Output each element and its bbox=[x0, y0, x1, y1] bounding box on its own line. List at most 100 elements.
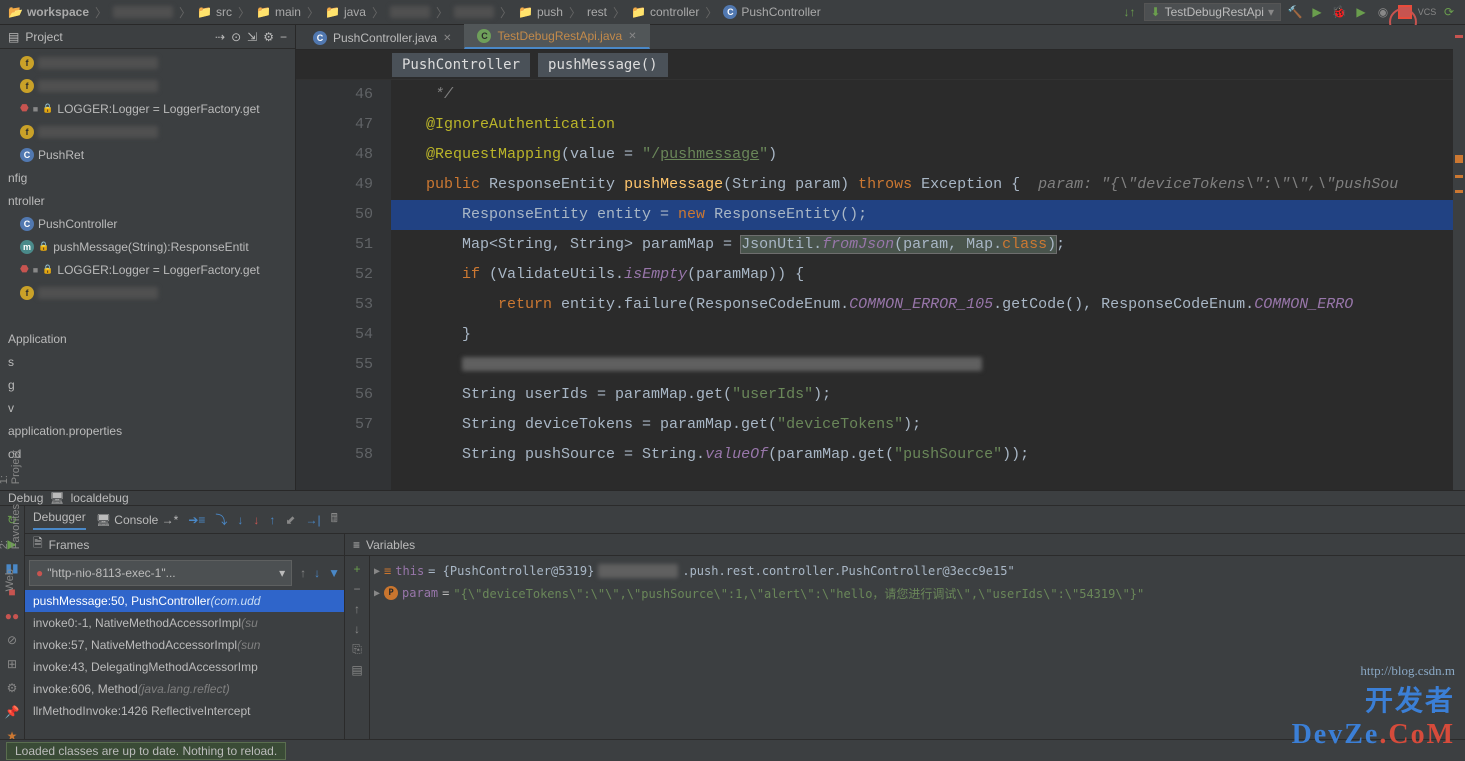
variable-item[interactable]: ▶ P param = "{\"deviceTokens\":\"\",\"pu… bbox=[374, 582, 1461, 604]
nav-src[interactable]: 📁 src bbox=[197, 5, 232, 19]
tree-item[interactable]: f bbox=[0, 120, 295, 143]
target-icon[interactable]: ⊙ bbox=[231, 30, 241, 44]
up-icon[interactable]: ↑ bbox=[354, 602, 360, 616]
test-class-icon: C bbox=[477, 29, 491, 43]
gutter[interactable]: 46474849505152535455565758 bbox=[296, 80, 391, 490]
vars-icon: ≡ bbox=[353, 538, 360, 552]
bc-method[interactable]: pushMessage() bbox=[538, 53, 668, 77]
view-bp-icon[interactable]: ●● bbox=[4, 608, 20, 624]
add-watch-icon[interactable]: + bbox=[353, 562, 360, 576]
pin-icon[interactable]: 📌 bbox=[4, 704, 20, 720]
layout-icon[interactable]: ⊞ bbox=[4, 656, 20, 672]
profile-icon[interactable]: ◉ bbox=[1375, 4, 1391, 20]
watermark: http://blog.csdn.m 开发者 DevZe.CoM bbox=[1292, 663, 1455, 751]
tree-item[interactable]: f bbox=[0, 74, 295, 97]
nav-controller[interactable]: 📁 controller bbox=[631, 5, 699, 19]
expand-icon[interactable]: ⇲ bbox=[247, 30, 257, 44]
bc-class[interactable]: PushController bbox=[392, 53, 530, 77]
project-sidebar: ▤ Project ⇢ ⊙ ⇲ ⚙ − ff⬣ ■ 🔒 LOGGER:Logge… bbox=[0, 25, 296, 490]
tree-item[interactable]: g bbox=[0, 373, 295, 396]
tree-item[interactable]: f bbox=[0, 51, 295, 74]
gear-icon[interactable]: ⚙ bbox=[263, 30, 274, 44]
force-step-icon[interactable]: ↓ bbox=[253, 513, 259, 527]
debugger-tab[interactable]: Debugger bbox=[33, 510, 86, 530]
collapse-icon[interactable]: ⇢ bbox=[215, 30, 225, 44]
project-tool-icon[interactable]: ▤ bbox=[8, 30, 19, 44]
tree-item[interactable] bbox=[0, 304, 295, 327]
tree-item[interactable]: ntroller bbox=[0, 189, 295, 212]
editor: C PushController.java ✕ C TestDebugRestA… bbox=[296, 25, 1465, 490]
tree-item[interactable]: s bbox=[0, 350, 295, 373]
debug-icon[interactable]: 🐞 bbox=[1331, 4, 1347, 20]
project-tree[interactable]: ff⬣ ■ 🔒 LOGGER:Logger = LoggerFactory.ge… bbox=[0, 49, 295, 490]
code-content[interactable]: */ @IgnoreAuthentication @RequestMapping… bbox=[391, 80, 1465, 490]
nav-java[interactable]: 📁 java bbox=[325, 5, 366, 19]
nav-push[interactable]: 📁 push bbox=[518, 5, 563, 19]
tree-item[interactable]: Application bbox=[0, 327, 295, 350]
variable-item[interactable]: ▶ ≡ this = {PushController@5319} .push.r… bbox=[374, 560, 1461, 582]
step-out-icon[interactable]: ↑ bbox=[269, 513, 275, 527]
step-over-icon[interactable]: ⤵ bbox=[215, 511, 227, 528]
vcs-icon[interactable]: VCS bbox=[1419, 4, 1435, 20]
left-tool-rail: 1: Project 2: Favorites Web bbox=[0, 50, 20, 470]
hide-icon[interactable]: − bbox=[280, 30, 287, 44]
step-into-icon[interactable]: ↓ bbox=[237, 513, 243, 527]
make-icon[interactable]: 🔨 bbox=[1287, 4, 1303, 20]
close-icon[interactable]: ✕ bbox=[628, 31, 636, 42]
nav-rest[interactable]: rest bbox=[587, 5, 607, 19]
update-icon[interactable]: ⟳ bbox=[1441, 4, 1457, 20]
console-tab[interactable]: 🖥 Console →* bbox=[96, 513, 179, 527]
breadcrumb-nav: 📂workspace 〉 〉 📁 src 〉 📁 main 〉 📁 java 〉… bbox=[0, 0, 1465, 25]
tree-item[interactable]: od bbox=[0, 442, 295, 465]
filter-icon[interactable]: ▼ bbox=[324, 566, 344, 580]
tree-item[interactable]: CPushRet bbox=[0, 143, 295, 166]
rail-web[interactable]: Web bbox=[4, 569, 16, 591]
tree-item[interactable]: ⬣ ■ 🔒 LOGGER:Logger = LoggerFactory.get bbox=[0, 258, 295, 281]
close-icon[interactable]: ✕ bbox=[443, 33, 451, 44]
error-stripe[interactable] bbox=[1453, 80, 1465, 490]
more-icon[interactable]: ▤ bbox=[351, 663, 362, 677]
tree-item[interactable]: f bbox=[0, 281, 295, 304]
settings-icon[interactable]: ⚙ bbox=[4, 680, 20, 696]
tree-item[interactable]: CPushController bbox=[0, 212, 295, 235]
thread-dropdown[interactable]: ● "http-nio-8113-exec-1"... ▾ bbox=[29, 560, 292, 586]
frame-list[interactable]: pushMessage:50, PushController (com.uddi… bbox=[25, 590, 344, 750]
frame-item[interactable]: invoke:43, DelegatingMethodAccessorImp bbox=[25, 656, 344, 678]
nav-workspace[interactable]: 📂workspace bbox=[8, 5, 89, 19]
evaluate-icon[interactable]: 🖩 bbox=[331, 509, 338, 530]
down-icon[interactable]: ↓ bbox=[354, 622, 360, 636]
frame-item[interactable]: invoke:57, NativeMethodAccessorImpl (sun bbox=[25, 634, 344, 656]
tree-item[interactable]: application.properties bbox=[0, 419, 295, 442]
tab-testdebug[interactable]: C TestDebugRestApi.java ✕ bbox=[464, 24, 649, 49]
compile-icon[interactable]: ↓↑ bbox=[1122, 4, 1138, 20]
copy-icon[interactable]: ⎘ bbox=[352, 642, 362, 657]
frame-item[interactable]: invoke0:-1, NativeMethodAccessorImpl (su bbox=[25, 612, 344, 634]
nav-main[interactable]: 📁 main bbox=[256, 5, 301, 19]
coverage-icon[interactable]: ▶ bbox=[1353, 4, 1369, 20]
tree-item[interactable]: v bbox=[0, 396, 295, 419]
rail-favorites[interactable]: 2: Favorites bbox=[0, 504, 22, 549]
show-exec-icon[interactable]: ➔≡ bbox=[188, 513, 205, 527]
drop-frame-icon[interactable]: ⬋ bbox=[285, 513, 295, 527]
tab-pushcontroller[interactable]: C PushController.java ✕ bbox=[300, 26, 464, 49]
stop-button[interactable] bbox=[1397, 4, 1413, 20]
frame-item[interactable]: invoke:606, Method (java.lang.reflect) bbox=[25, 678, 344, 700]
rail-project[interactable]: 1: Project bbox=[0, 450, 22, 484]
frame-item[interactable]: llrMethodInvoke:1426 ReflectiveIntercept bbox=[25, 700, 344, 722]
nav-class[interactable]: C PushController bbox=[723, 5, 820, 19]
debug-config[interactable]: localdebug bbox=[71, 491, 129, 505]
run-config-dropdown[interactable]: ⬇ TestDebugRestApi ▾ bbox=[1144, 3, 1281, 21]
tree-item[interactable]: ⬣ ■ 🔒 LOGGER:Logger = LoggerFactory.get bbox=[0, 97, 295, 120]
next-frame-icon[interactable]: ↓ bbox=[310, 566, 324, 580]
mute-bp-icon[interactable]: ⊘ bbox=[4, 632, 20, 648]
run-cursor-icon[interactable]: →| bbox=[305, 513, 320, 527]
run-icon[interactable]: ▶ bbox=[1309, 4, 1325, 20]
prev-frame-icon[interactable]: ↑ bbox=[296, 566, 310, 580]
remove-watch-icon[interactable]: − bbox=[353, 582, 360, 596]
class-icon: C bbox=[313, 31, 327, 45]
code-breadcrumb: PushController pushMessage() bbox=[296, 50, 1465, 80]
frame-item[interactable]: pushMessage:50, PushController (com.udd bbox=[25, 590, 344, 612]
editor-tabs: C PushController.java ✕ C TestDebugRestA… bbox=[296, 25, 1465, 50]
tree-item[interactable]: nfig bbox=[0, 166, 295, 189]
tree-item[interactable]: m 🔒 pushMessage(String):ResponseEntit bbox=[0, 235, 295, 258]
